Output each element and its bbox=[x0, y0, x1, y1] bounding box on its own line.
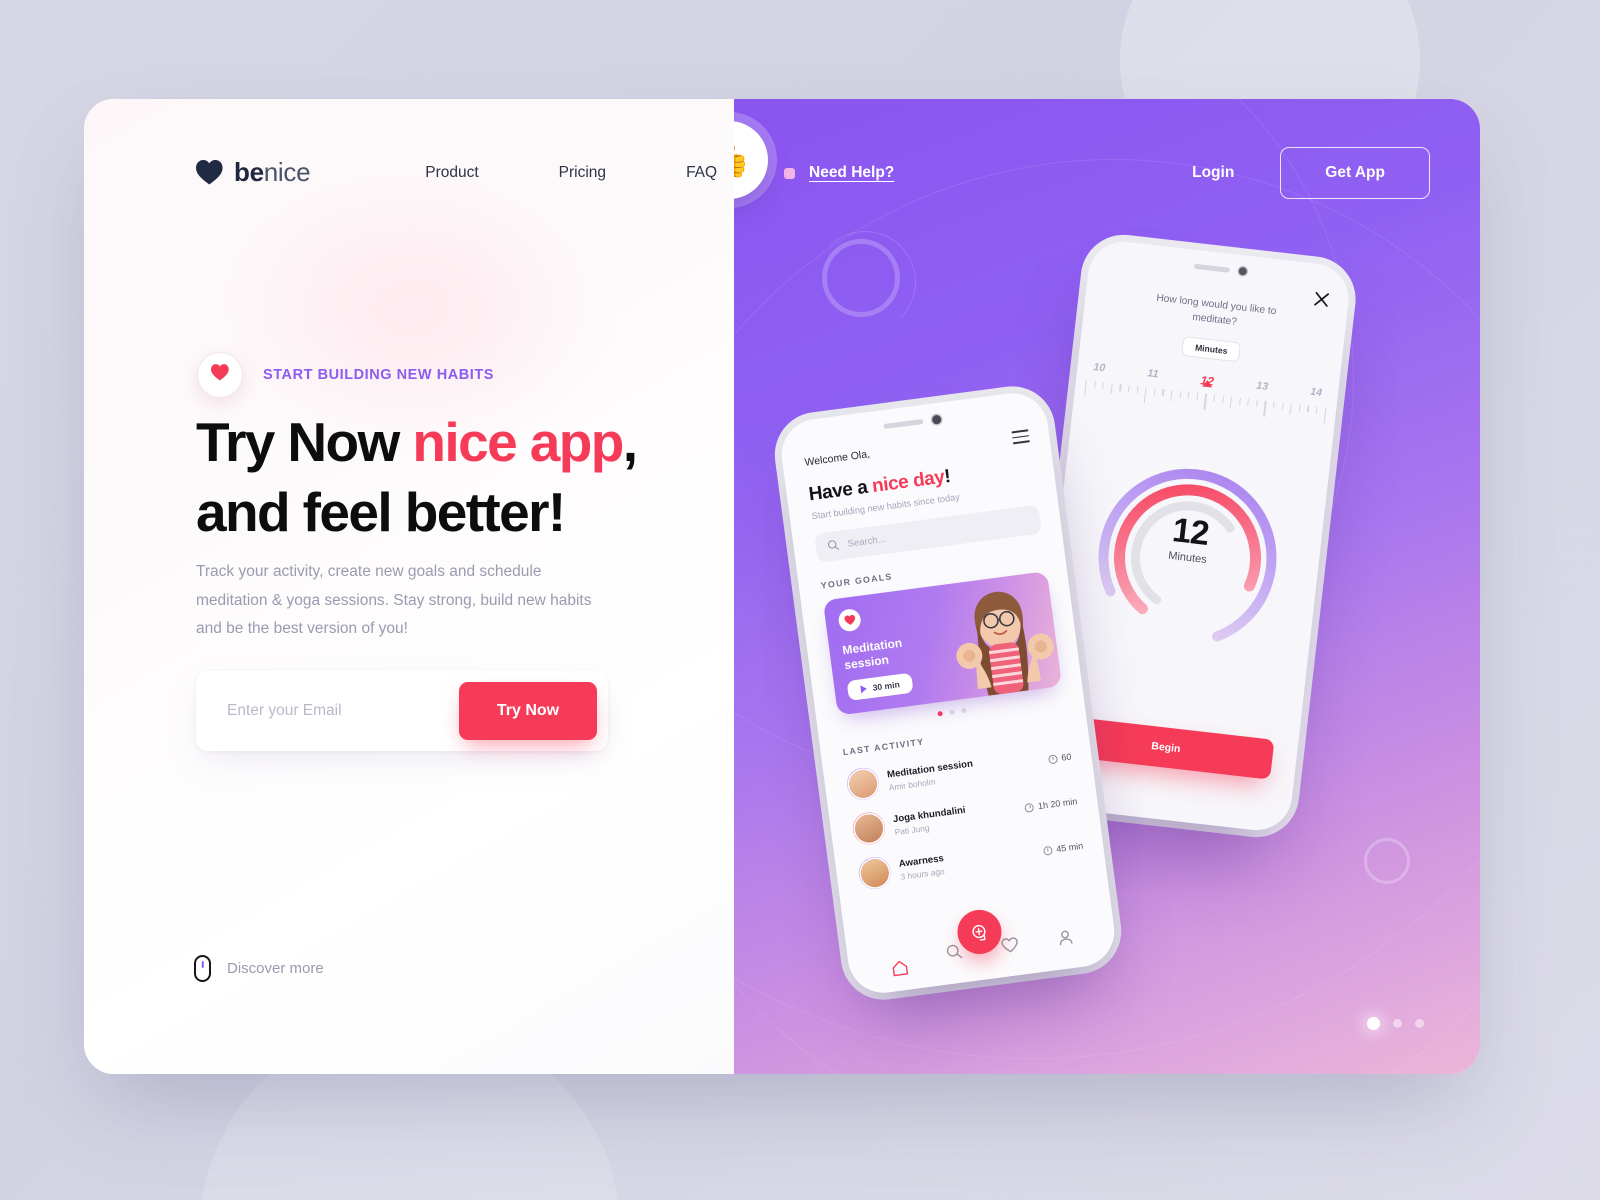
activity-text: Meditation session Amir boholm bbox=[886, 758, 975, 792]
clock-icon bbox=[1047, 753, 1059, 764]
email-input[interactable] bbox=[196, 702, 459, 720]
carousel-dot-2[interactable] bbox=[948, 709, 955, 716]
timer-dial: 12 Minutes bbox=[1082, 453, 1292, 663]
hamburger-icon[interactable] bbox=[1011, 429, 1030, 448]
right-header: Need Help? Login Get App bbox=[734, 147, 1480, 199]
discover-label: Discover more bbox=[227, 960, 324, 977]
page-dot-3[interactable] bbox=[1415, 1019, 1424, 1028]
ruler-tick-13: 13 bbox=[1255, 379, 1269, 393]
activity-text: Joga khundalini Pati Jung bbox=[892, 804, 967, 836]
activity-duration: 1h 20 min bbox=[1024, 796, 1078, 813]
goal-title: Meditation session bbox=[842, 636, 905, 673]
eyebrow-text: START BUILDING NEW HABITS bbox=[263, 367, 494, 383]
mouse-scroll-icon bbox=[194, 955, 211, 982]
goal-duration-chip[interactable]: 30 min bbox=[846, 672, 914, 702]
right-pane: Need Help? Login Get App How long would … bbox=[734, 99, 1480, 1074]
clock-icon bbox=[1042, 845, 1053, 856]
deco-ring-top bbox=[814, 231, 916, 333]
activity-duration-label: 60 bbox=[1060, 751, 1072, 763]
phone-home-content: Welcome Ola, Have a nice day! Start buil… bbox=[777, 389, 1105, 894]
ruler-tick-11: 11 bbox=[1146, 367, 1160, 381]
search-placeholder: Search... bbox=[847, 533, 887, 550]
left-pane: benice Product Pricing FAQ START BUILDIN… bbox=[84, 99, 734, 1074]
get-app-button[interactable]: Get App bbox=[1280, 147, 1430, 199]
goal-duration-label: 30 min bbox=[872, 679, 901, 693]
phone-notch bbox=[1193, 262, 1248, 276]
page-dot-1[interactable] bbox=[1367, 1017, 1380, 1030]
timer-value: 12 bbox=[1170, 511, 1211, 553]
meditation-photo bbox=[956, 591, 1054, 696]
brand-logo[interactable]: benice bbox=[196, 157, 311, 188]
activity-duration: 45 min bbox=[1042, 840, 1084, 856]
need-help[interactable]: Need Help? bbox=[784, 164, 894, 182]
eyebrow-badge: START BUILDING NEW HABITS bbox=[197, 352, 494, 398]
heart-icon bbox=[211, 364, 229, 386]
home-icon[interactable] bbox=[890, 959, 909, 978]
close-icon[interactable] bbox=[1314, 291, 1330, 307]
page-carousel-dots[interactable] bbox=[1367, 1017, 1424, 1030]
timer-readout: 12 Minutes bbox=[1168, 511, 1212, 566]
discover-more[interactable]: Discover more bbox=[194, 955, 324, 982]
right-header-actions: Login Get App bbox=[1192, 147, 1430, 199]
avatar bbox=[851, 810, 887, 847]
search-icon bbox=[827, 537, 840, 556]
heart-badge-circle bbox=[197, 352, 243, 398]
signup-form: Try Now bbox=[196, 671, 608, 751]
ruler-tick-10: 10 bbox=[1092, 361, 1106, 375]
ruler-selection-marker bbox=[1202, 379, 1213, 388]
headline-comma: , bbox=[622, 411, 638, 473]
deco-ring-bottom bbox=[1364, 838, 1410, 884]
hero-paragraph: Track your activity, create new goals an… bbox=[196, 563, 592, 638]
timer-question: How long would you like to meditate? bbox=[1155, 292, 1277, 328]
activity-text: Awarness 3 hours ago bbox=[898, 853, 946, 882]
headline-plain: Try Now bbox=[196, 411, 413, 473]
headline-accent: nice app bbox=[412, 411, 624, 473]
login-link[interactable]: Login bbox=[1192, 164, 1234, 182]
minutes-ruler[interactable]: 10 11 12 13 14 bbox=[1074, 359, 1339, 430]
clock-icon bbox=[1024, 802, 1035, 813]
unit-chip[interactable]: Minutes bbox=[1181, 335, 1242, 363]
profile-icon[interactable] bbox=[1055, 928, 1075, 952]
activity-duration: 60 bbox=[1047, 751, 1072, 765]
landing-card: benice Product Pricing FAQ START BUILDIN… bbox=[84, 99, 1480, 1074]
top-navigation: benice Product Pricing FAQ bbox=[196, 157, 757, 188]
camera-dot bbox=[1238, 266, 1248, 276]
carousel-dot-3[interactable] bbox=[960, 707, 967, 714]
need-help-label: Need Help? bbox=[809, 164, 895, 181]
avatar bbox=[856, 855, 893, 892]
page-dot-2[interactable] bbox=[1393, 1019, 1402, 1028]
try-now-button[interactable]: Try Now bbox=[459, 682, 597, 740]
page-title: Try Now nice app, and feel better! bbox=[196, 414, 716, 540]
ruler-tick-14: 14 bbox=[1309, 385, 1323, 399]
heart-icon[interactable] bbox=[1000, 936, 1020, 959]
camera-dot bbox=[931, 414, 942, 425]
need-help-dot-icon bbox=[784, 167, 795, 179]
play-icon bbox=[860, 684, 868, 694]
nav-item-pricing[interactable]: Pricing bbox=[519, 164, 646, 182]
heart-icon bbox=[837, 607, 863, 633]
nav-links: Product Pricing FAQ bbox=[385, 164, 757, 182]
brand-name: benice bbox=[234, 157, 311, 187]
activity-duration-label: 45 min bbox=[1055, 840, 1084, 855]
welcome-text: Welcome Ola, bbox=[803, 448, 871, 469]
goal-card[interactable]: Meditation session 30 min bbox=[822, 571, 1063, 716]
heart-icon bbox=[196, 160, 223, 185]
activity-duration-label: 1h 20 min bbox=[1037, 796, 1078, 812]
speaker-bar bbox=[1193, 263, 1231, 273]
search-icon[interactable] bbox=[944, 942, 964, 966]
carousel-dot-1[interactable] bbox=[936, 711, 943, 717]
avatar bbox=[845, 765, 882, 802]
headline-line2: and feel better! bbox=[196, 481, 566, 544]
nav-item-product[interactable]: Product bbox=[385, 164, 518, 182]
